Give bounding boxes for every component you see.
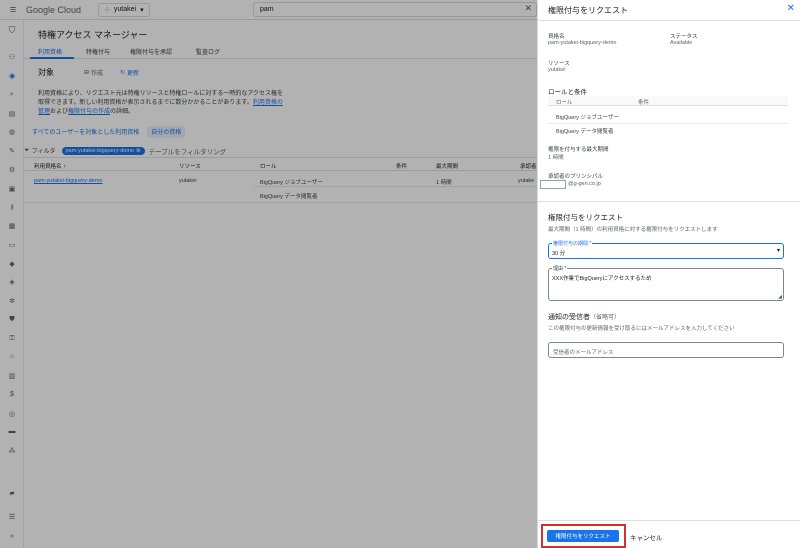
- reason-value: XXX作業でBigQueryにアクセスするため: [552, 276, 652, 282]
- cancel-button[interactable]: キャンセル: [630, 532, 663, 542]
- panel-divider: [538, 20, 800, 21]
- close-icon[interactable]: ✕: [787, 3, 795, 14]
- resource-value: yutakei: [548, 67, 566, 73]
- email-placeholder: 受信者のメールアドレス: [553, 350, 614, 356]
- role-column-header: ロール: [556, 100, 573, 106]
- roles-table: ロール 条件 BigQuery ジョブユーザー BigQuery データ閲覧者: [548, 96, 788, 141]
- role-item: BigQuery ジョブユーザー: [556, 115, 619, 121]
- approver-value: @g-gen.co.jp: [568, 181, 601, 187]
- condition-column-header: 条件: [638, 100, 650, 106]
- approver-label: 承認者のプリンシパル: [548, 174, 603, 180]
- panel-title: 権限付与をリクエスト: [548, 6, 628, 15]
- duration-field-label: 権限付与の期間 *: [552, 240, 593, 247]
- max-duration-value: 1 時間: [548, 155, 564, 161]
- request-heading: 権限付与をリクエスト: [548, 213, 623, 222]
- roles-heading: ロールと条件: [548, 89, 587, 96]
- panel-divider: [538, 201, 800, 202]
- notify-description: この権限付与の更新情報を受け取るにはメールアドレスを入力してください: [548, 326, 735, 332]
- max-duration-label: 権限を付与する最大期間: [548, 147, 609, 153]
- duration-field-value: 30 分: [552, 251, 566, 257]
- notify-optional: （省略可）: [590, 315, 621, 321]
- status-value: Available: [670, 40, 693, 46]
- redacted-box: [540, 180, 566, 189]
- roles-table-header: ロール 条件: [548, 96, 788, 106]
- status-label: ステータス: [670, 34, 698, 40]
- role-item: BigQuery データ閲覧者: [556, 129, 614, 135]
- footer-divider: [537, 520, 800, 521]
- request-description: 最大期間（1 時間）の利用資格に対する権限付与をリクエストします: [548, 227, 718, 233]
- recipient-email-input[interactable]: 受信者のメールアドレス: [548, 342, 784, 358]
- role-divider: [548, 123, 788, 124]
- modal-overlay[interactable]: [0, 0, 537, 548]
- notify-heading: 通知の受信者（省略可）: [548, 314, 621, 321]
- dropdown-arrow-icon: ▾: [776, 248, 780, 254]
- reason-textarea[interactable]: 理由 * XXX作業でBigQueryにアクセスするため ◢: [548, 265, 784, 301]
- eligibility-label: 資格名: [548, 34, 565, 40]
- resize-handle-icon[interactable]: ◢: [778, 294, 782, 300]
- request-grant-button[interactable]: 権限付与をリクエスト: [547, 530, 619, 542]
- resource-label: リソース: [548, 61, 570, 67]
- eligibility-value: pam-yutakei-bigquery-demo: [548, 40, 617, 46]
- reason-label: 理由 *: [552, 265, 568, 272]
- duration-select[interactable]: 権限付与の期間 * 30 分 ▾: [548, 240, 784, 259]
